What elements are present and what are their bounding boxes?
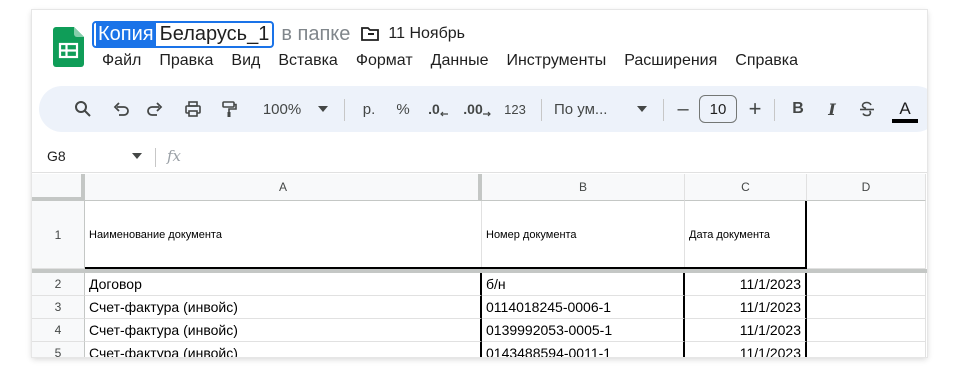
minus-label: – bbox=[677, 97, 689, 120]
redo-icon[interactable] bbox=[143, 86, 167, 132]
percent-label: % bbox=[396, 100, 410, 118]
zoom-value: 100% bbox=[262, 100, 302, 118]
folder-prefix: в папке bbox=[281, 22, 351, 45]
folder-name[interactable]: 11 Ноябрь bbox=[388, 25, 465, 43]
formula-divider bbox=[155, 148, 156, 167]
zoom-select[interactable]: 100% bbox=[257, 86, 307, 132]
font-select[interactable]: По ум... bbox=[554, 86, 624, 132]
text-color-swatch bbox=[892, 118, 918, 123]
row-header-2[interactable]: 2 bbox=[32, 273, 85, 296]
menu-help[interactable]: Справка bbox=[735, 52, 798, 70]
name-box-dropdown-icon[interactable] bbox=[132, 153, 142, 159]
menu-format[interactable]: Формат bbox=[356, 52, 413, 70]
row-header-5[interactable]: 5 bbox=[32, 342, 85, 357]
folder-icon[interactable] bbox=[360, 25, 380, 43]
zoom-dropdown-icon[interactable] bbox=[315, 86, 331, 132]
text-color-button[interactable]: A bbox=[891, 86, 919, 132]
column-header-a[interactable]: A bbox=[85, 174, 482, 201]
cell-a1[interactable]: Наименование документа bbox=[85, 201, 482, 269]
plus-label: + bbox=[748, 96, 762, 121]
cell-d1[interactable] bbox=[807, 201, 926, 269]
toolbar-divider bbox=[663, 99, 664, 121]
menu-insert[interactable]: Вставка bbox=[278, 52, 337, 70]
print-icon[interactable] bbox=[181, 86, 205, 132]
title-row: Копия Беларусь_1 в папке 11 Ноябрь bbox=[92, 19, 465, 49]
cell-b2[interactable]: б/н bbox=[482, 273, 685, 296]
menu-edit[interactable]: Правка bbox=[159, 52, 213, 70]
cell-d5[interactable] bbox=[807, 342, 926, 357]
decrease-font-size-button[interactable]: – bbox=[673, 86, 693, 132]
undo-icon[interactable] bbox=[109, 86, 133, 132]
cell-a5[interactable]: Счет-фактура (инвойс) bbox=[85, 342, 482, 357]
toolbar-divider bbox=[541, 99, 542, 121]
row-header-1[interactable]: 1 bbox=[32, 201, 85, 269]
row-header-3[interactable]: 3 bbox=[32, 296, 85, 319]
cell-a4[interactable]: Счет-фактура (инвойс) bbox=[85, 319, 482, 342]
search-menus-icon[interactable] bbox=[71, 86, 95, 132]
name-box[interactable]: G8 bbox=[47, 148, 66, 164]
formula-bar: G8 fx bbox=[32, 141, 927, 173]
cell-c4[interactable]: 11/1/2023 bbox=[685, 319, 807, 342]
cell-b5[interactable]: 0143488594-0011-1 bbox=[482, 342, 685, 357]
title-selected-text: Копия bbox=[96, 22, 156, 46]
paint-format-icon[interactable] bbox=[217, 86, 241, 132]
text-color-label: A bbox=[899, 98, 911, 118]
decrease-decimal-button[interactable]: .0 bbox=[425, 86, 451, 132]
cell-b1[interactable]: Номер документа bbox=[482, 201, 685, 269]
column-header-c[interactable]: C bbox=[685, 174, 807, 201]
decrease-decimal-label: .0 bbox=[428, 101, 440, 117]
menu-file[interactable]: Файл bbox=[102, 52, 141, 70]
column-header-b[interactable]: B bbox=[482, 174, 685, 201]
arrow-left-icon bbox=[439, 111, 448, 117]
menu-data[interactable]: Данные bbox=[431, 52, 489, 70]
document-title-input[interactable]: Копия Беларусь_1 bbox=[92, 20, 275, 48]
more-formats-button[interactable]: 123 bbox=[501, 86, 529, 132]
font-size-input[interactable]: 10 bbox=[699, 95, 737, 123]
cell-d2[interactable] bbox=[807, 273, 926, 296]
cell-a2[interactable]: Договор bbox=[85, 273, 482, 296]
more-formats-label: 123 bbox=[504, 101, 526, 117]
cell-c5[interactable]: 11/1/2023 bbox=[685, 342, 807, 357]
column-header-d[interactable]: D bbox=[807, 174, 926, 201]
italic-label: I bbox=[828, 99, 836, 119]
bold-label: B bbox=[792, 100, 804, 117]
cell-c2[interactable]: 11/1/2023 bbox=[685, 273, 807, 296]
arrow-right-icon bbox=[482, 111, 491, 117]
google-sheets-logo[interactable] bbox=[53, 27, 84, 67]
increase-font-size-button[interactable]: + bbox=[745, 86, 765, 132]
menu-view[interactable]: Вид bbox=[231, 52, 260, 70]
select-all-corner[interactable] bbox=[32, 174, 85, 201]
toolbar: 100% р. % .0 .00 123 По ум... – 10 + B I… bbox=[39, 86, 927, 132]
increase-decimal-label: .00 bbox=[463, 101, 483, 117]
strikethrough-icon[interactable] bbox=[855, 86, 879, 132]
currency-format-button[interactable]: р. bbox=[357, 86, 381, 132]
menu-tools[interactable]: Инструменты bbox=[506, 52, 606, 70]
cell-c3[interactable]: 11/1/2023 bbox=[685, 296, 807, 319]
title-text: Беларусь_1 bbox=[159, 22, 270, 45]
fx-icon: fx bbox=[167, 147, 182, 165]
toolbar-divider bbox=[774, 99, 775, 121]
cell-d4[interactable] bbox=[807, 319, 926, 342]
bold-button[interactable]: B bbox=[787, 86, 809, 132]
cell-d3[interactable] bbox=[807, 296, 926, 319]
cell-b4[interactable]: 0139992053-0005-1 bbox=[482, 319, 685, 342]
cell-b3[interactable]: 0114018245-0006-1 bbox=[482, 296, 685, 319]
menu-bar: Файл Правка Вид Вставка Формат Данные Ин… bbox=[102, 52, 816, 70]
increase-decimal-button[interactable]: .00 bbox=[463, 86, 491, 132]
cell-a3[interactable]: Счет-фактура (инвойс) bbox=[85, 296, 482, 319]
font-name: По ум... bbox=[554, 100, 608, 118]
percent-format-button[interactable]: % bbox=[391, 86, 415, 132]
currency-label: р. bbox=[362, 100, 376, 118]
spreadsheet-window: Копия Беларусь_1 в папке 11 Ноябрь Файл … bbox=[32, 10, 927, 357]
toolbar-divider bbox=[344, 99, 345, 121]
menu-extensions[interactable]: Расширения bbox=[624, 52, 717, 70]
cell-c1[interactable]: Дата документа bbox=[685, 201, 807, 269]
italic-button[interactable]: I bbox=[821, 86, 843, 132]
row-header-4[interactable]: 4 bbox=[32, 319, 85, 342]
font-dropdown-icon[interactable] bbox=[634, 86, 650, 132]
